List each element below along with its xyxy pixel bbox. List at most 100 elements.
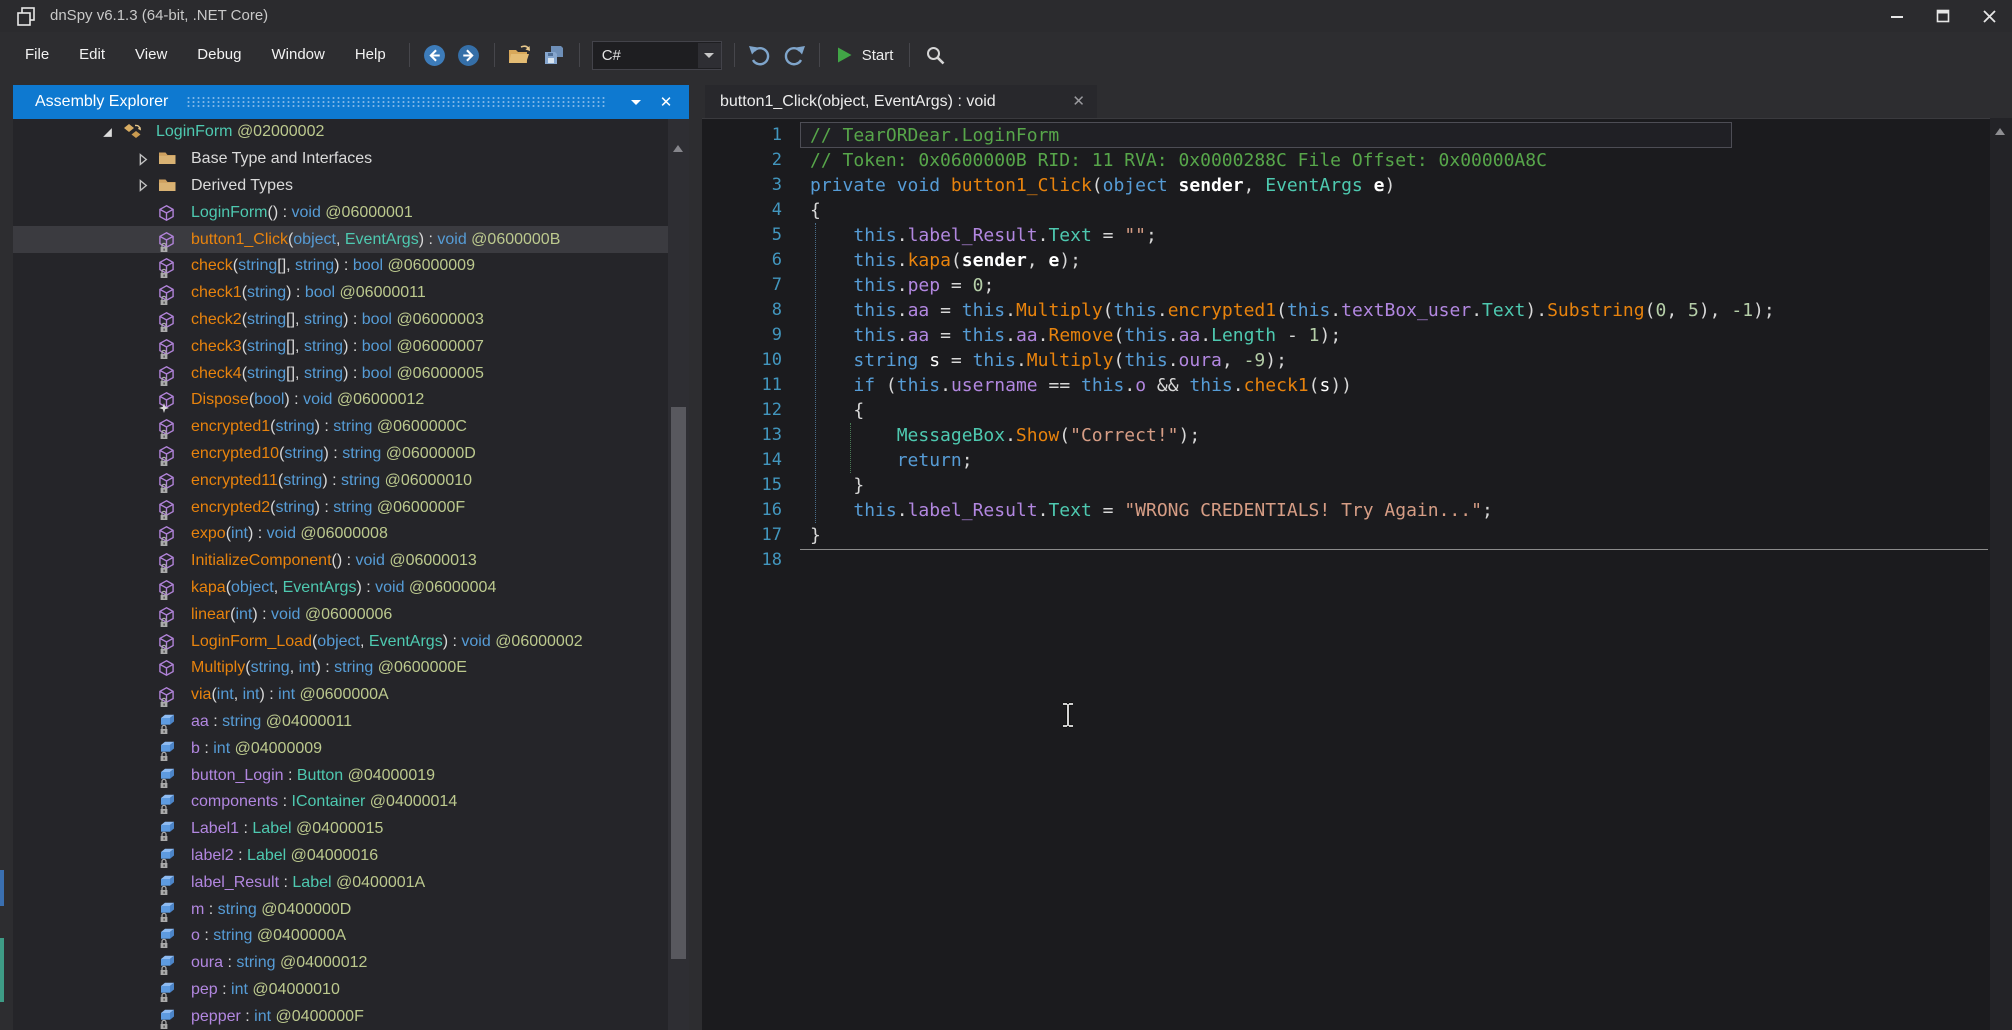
tree-item[interactable]: m : string @0400000D <box>13 896 668 923</box>
redo-button[interactable] <box>777 39 811 71</box>
code-line[interactable]: 10 string s = this.Multiply(this.oura, -… <box>702 348 1990 373</box>
code-line[interactable]: 6 this.kapa(sender, e); <box>702 248 1990 273</box>
expand-expander-icon[interactable] <box>136 153 158 166</box>
menu-file[interactable]: File <box>10 32 64 78</box>
line-number: 1 <box>702 123 782 148</box>
panel-close-button[interactable]: ✕ <box>649 93 689 111</box>
maximize-button[interactable] <box>1920 0 1966 32</box>
expand-expander-icon[interactable] <box>136 179 158 192</box>
tree-item[interactable]: label2 : Label @04000016 <box>13 843 668 870</box>
tree-item[interactable]: Label1 : Label @04000015 <box>13 816 668 843</box>
tree-item[interactable]: Dispose(bool) : void @06000012 <box>13 387 668 414</box>
language-select[interactable]: C# <box>592 41 722 70</box>
tree-item[interactable]: Base Type and Interfaces <box>13 146 668 173</box>
navigate-forward-button[interactable] <box>452 39 486 71</box>
tree-item[interactable]: LoginForm @02000002 <box>13 119 668 146</box>
code-line[interactable]: 11 if (this.username == this.o && this.c… <box>702 373 1990 398</box>
code-line[interactable]: 1// TearORDear.LoginForm <box>702 123 1990 148</box>
minimize-button[interactable] <box>1874 0 1920 32</box>
tree-item[interactable]: components : IContainer @04000014 <box>13 789 668 816</box>
scroll-up-arrow-icon[interactable] <box>673 145 683 152</box>
menu-edit[interactable]: Edit <box>64 32 120 78</box>
code-line[interactable]: 9 this.aa = this.aa.Remove(this.aa.Lengt… <box>702 323 1990 348</box>
tree-item[interactable]: expo(int) : void @06000008 <box>13 521 668 548</box>
close-button[interactable] <box>1966 0 2012 32</box>
language-dropdown-button[interactable] <box>698 43 721 68</box>
tree-item-label: button1_Click(object, EventArgs) : void … <box>191 231 560 249</box>
tree-item[interactable]: button1_Click(object, EventArgs) : void … <box>13 226 668 253</box>
code-line[interactable]: 16 this.label_Result.Text = "WRONG CREDE… <box>702 498 1990 523</box>
line-number: 2 <box>702 148 782 173</box>
code-line[interactable]: 4{ <box>702 198 1990 223</box>
tree-item[interactable]: Derived Types <box>13 173 668 200</box>
menu-window[interactable]: Window <box>256 32 339 78</box>
method-icon <box>158 202 182 224</box>
search-button[interactable] <box>918 39 952 71</box>
main-menu: FileEditViewDebugWindowHelp <box>10 32 401 78</box>
navigate-back-button[interactable] <box>418 39 452 71</box>
menu-debug[interactable]: Debug <box>182 32 256 78</box>
line-number: 17 <box>702 523 782 548</box>
code-line[interactable]: 12 { <box>702 398 1990 423</box>
tree-item-label: Derived Types <box>191 177 293 195</box>
field-lock-icon <box>158 1006 182 1028</box>
tree-scrollbar[interactable] <box>668 119 689 1030</box>
menu-view[interactable]: View <box>120 32 182 78</box>
code-editor[interactable]: 1// TearORDear.LoginForm2// Token: 0x060… <box>702 118 1990 1030</box>
tree-item[interactable]: pepper : int @0400000F <box>13 1003 668 1030</box>
tree-item[interactable]: encrypted2(string) : string @0600000F <box>13 494 668 521</box>
tree-item[interactable]: encrypted11(string) : string @06000010 <box>13 467 668 494</box>
tree-item[interactable]: b : int @04000009 <box>13 735 668 762</box>
code-line[interactable]: 5 this.label_Result.Text = ""; <box>702 223 1990 248</box>
code-line[interactable]: 7 this.pep = 0; <box>702 273 1990 298</box>
tree-item[interactable]: Multiply(string, int) : string @0600000E <box>13 655 668 682</box>
code-line[interactable]: 2// Token: 0x0600000B RID: 11 RVA: 0x000… <box>702 148 1990 173</box>
tree-item[interactable]: o : string @0400000A <box>13 923 668 950</box>
tree-item[interactable]: check(string[], string) : bool @06000009 <box>13 253 668 280</box>
assembly-explorer-header[interactable]: Assembly Explorer ✕ <box>13 85 689 119</box>
tree-item[interactable]: linear(int) : void @06000006 <box>13 601 668 628</box>
open-file-button[interactable] <box>503 39 537 71</box>
scroll-up-arrow-icon[interactable] <box>1995 128 2005 135</box>
tree-item[interactable]: check4(string[], string) : bool @0600000… <box>13 360 668 387</box>
panel-menu-button[interactable] <box>623 100 649 105</box>
editor-scrollbar[interactable] <box>1990 118 2012 1030</box>
collapse-expander-icon[interactable] <box>101 126 123 139</box>
code-line[interactable]: 8 this.aa = this.Multiply(this.encrypted… <box>702 298 1990 323</box>
tree-item[interactable]: pep : int @04000010 <box>13 977 668 1004</box>
tree-item-label: check1(string) : bool @06000011 <box>191 284 426 302</box>
tree-item[interactable]: label_Result : Label @0400001A <box>13 869 668 896</box>
field-lock-icon <box>158 872 182 894</box>
code-line[interactable]: 14 return; <box>702 448 1990 473</box>
menu-help[interactable]: Help <box>340 32 401 78</box>
tree-item[interactable]: LoginForm() : void @06000001 <box>13 199 668 226</box>
toolbar-separator <box>909 43 910 67</box>
tree-item[interactable]: oura : string @04000012 <box>13 950 668 977</box>
start-button[interactable]: Start <box>828 39 902 71</box>
tree-item[interactable]: check2(string[], string) : bool @0600000… <box>13 307 668 334</box>
tree-item[interactable]: aa : string @04000011 <box>13 709 668 736</box>
tree-item-label: LoginForm @02000002 <box>156 123 324 141</box>
code-line[interactable]: 18 <box>702 548 1990 573</box>
code-line[interactable]: 15 } <box>702 473 1990 498</box>
undo-button[interactable] <box>743 39 777 71</box>
tree-item[interactable]: button_Login : Button @04000019 <box>13 762 668 789</box>
tree-item[interactable]: InitializeComponent() : void @06000013 <box>13 548 668 575</box>
toolbar-separator <box>819 43 820 67</box>
tree-item[interactable]: check1(string) : bool @06000011 <box>13 280 668 307</box>
tree-item[interactable]: check3(string[], string) : bool @0600000… <box>13 333 668 360</box>
tree-item-label: Label1 : Label @04000015 <box>191 820 383 838</box>
code-line[interactable]: 3private void button1_Click(object sende… <box>702 173 1990 198</box>
tree-scrollbar-thumb[interactable] <box>671 407 686 959</box>
code-line[interactable]: 13 MessageBox.Show("Correct!"); <box>702 423 1990 448</box>
code-line[interactable]: 17} <box>702 523 1990 548</box>
tab-close-icon[interactable]: ✕ <box>1072 85 1085 118</box>
tree-item[interactable]: encrypted10(string) : string @0600000D <box>13 441 668 468</box>
tab-button1-click[interactable]: button1_Click(object, EventArgs) : void … <box>705 85 1097 118</box>
tree-item[interactable]: encrypted1(string) : string @0600000C <box>13 414 668 441</box>
tree-item[interactable]: kapa(object, EventArgs) : void @06000004 <box>13 575 668 602</box>
tree-item[interactable]: LoginForm_Load(object, EventArgs) : void… <box>13 628 668 655</box>
tree-item[interactable]: via(int, int) : int @0600000A <box>13 682 668 709</box>
line-number: 18 <box>702 548 782 573</box>
save-all-button[interactable] <box>537 39 571 71</box>
